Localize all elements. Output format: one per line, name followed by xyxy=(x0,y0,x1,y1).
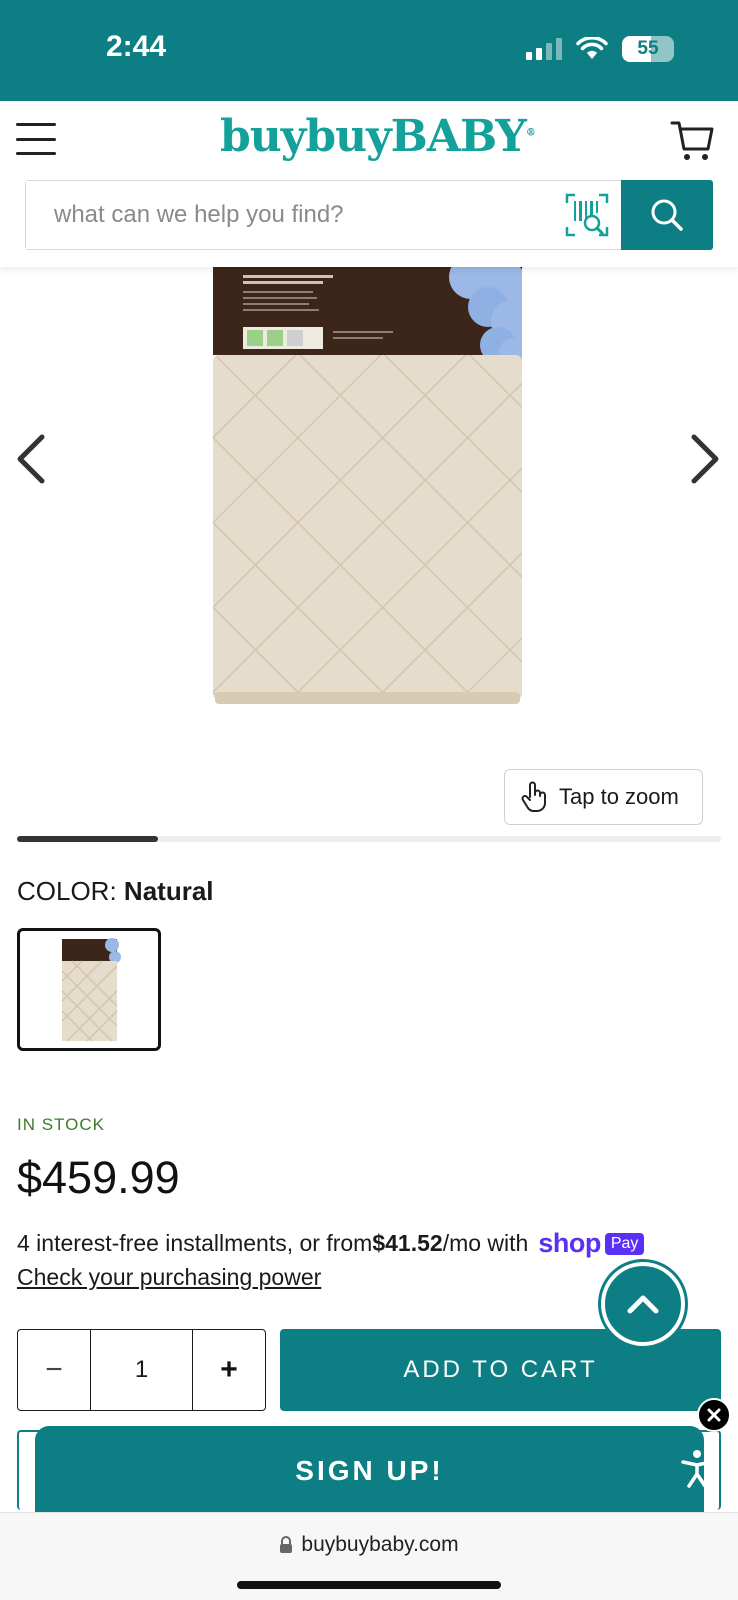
swatch-thumbnail xyxy=(61,938,121,1042)
url-text: buybuybaby.com xyxy=(301,1533,459,1556)
home-indicator[interactable] xyxy=(237,1581,501,1589)
quantity-increase-button[interactable]: + xyxy=(193,1330,265,1410)
status-time: 2:44 xyxy=(106,30,167,63)
product-price: $459.99 xyxy=(17,1152,180,1203)
pay-badge: Pay xyxy=(604,1232,645,1255)
battery-icon: 55 xyxy=(622,36,674,62)
stock-status: IN STOCK xyxy=(17,1115,105,1134)
battery-level: 55 xyxy=(637,38,659,59)
wifi-icon xyxy=(576,37,608,59)
chevron-right-icon[interactable] xyxy=(684,429,724,489)
zoom-label: Tap to zoom xyxy=(559,784,679,809)
purchasing-power-link[interactable]: Check your purchasing power xyxy=(17,1264,321,1291)
site-header: buybuyBABY® xyxy=(0,101,738,267)
chevron-left-icon[interactable] xyxy=(12,429,52,489)
chevron-up-icon xyxy=(627,1295,659,1314)
tap-to-zoom-button[interactable]: Tap to zoom xyxy=(504,769,703,825)
status-icons: 55 xyxy=(526,36,674,62)
browser-address-bar: buybuybaby.com xyxy=(0,1512,738,1600)
search-input[interactable] xyxy=(26,181,553,249)
product-image-gallery[interactable] xyxy=(0,267,738,727)
search-icon xyxy=(651,199,683,231)
shop-pay-logo: shop xyxy=(538,1228,601,1258)
scroll-to-top-button[interactable] xyxy=(601,1262,685,1346)
menu-icon[interactable] xyxy=(16,123,56,155)
signal-icon xyxy=(526,38,562,60)
touch-icon xyxy=(521,781,546,812)
barcode-scan-icon[interactable] xyxy=(553,181,621,249)
lock-icon xyxy=(280,1536,293,1553)
carousel-progress-track xyxy=(17,836,721,842)
color-value: Natural xyxy=(123,876,214,906)
quantity-stepper: − 1 + xyxy=(17,1329,266,1411)
search-button[interactable] xyxy=(621,180,713,250)
signup-button[interactable]: SIGN UP! xyxy=(35,1426,704,1516)
product-image xyxy=(213,267,522,704)
accessibility-icon[interactable] xyxy=(675,1447,719,1491)
brand-logo[interactable]: buybuyBABY® xyxy=(220,111,536,162)
status-bar: 2:44 55 xyxy=(0,0,738,101)
carousel-progress-indicator xyxy=(17,836,158,842)
search-bar xyxy=(25,180,713,250)
quantity-decrease-button[interactable]: − xyxy=(18,1330,90,1410)
quantity-value[interactable]: 1 xyxy=(90,1330,193,1410)
cart-icon[interactable] xyxy=(670,117,716,163)
installments-text: 4 interest-free installments, or from $4… xyxy=(17,1228,645,1259)
color-swatch-natural[interactable] xyxy=(17,928,161,1051)
color-label: COLOR: Natural xyxy=(17,876,214,906)
close-icon[interactable] xyxy=(697,1398,731,1432)
url-field[interactable]: buybuybaby.com xyxy=(0,1533,738,1557)
